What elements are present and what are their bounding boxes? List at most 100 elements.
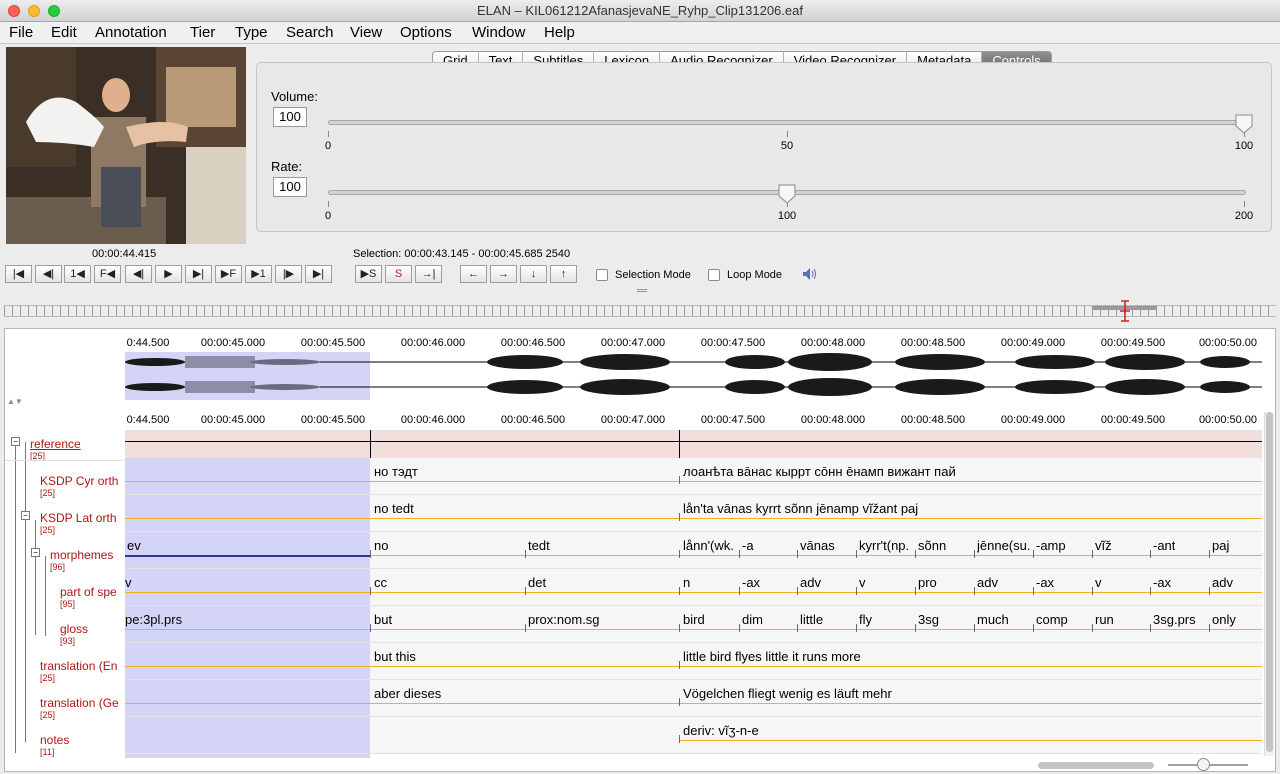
- volume-field[interactable]: 100: [273, 107, 307, 127]
- annotation[interactable]: adv: [977, 575, 998, 590]
- annotation[interactable]: лоанѣта вāнас кыррт сōнн ēнамп вижант па…: [683, 464, 1253, 479]
- menu-window[interactable]: Window: [472, 24, 525, 41]
- annotation[interactable]: little: [800, 612, 823, 627]
- splitter-handle[interactable]: [637, 289, 647, 292]
- lat-orth-collapse-toggle[interactable]: −: [21, 511, 30, 520]
- annotation[interactable]: pro: [918, 575, 937, 590]
- annotation[interactable]: v: [125, 575, 132, 590]
- time-overview-ruler[interactable]: [4, 305, 1276, 317]
- tier-lane-morphemes[interactable]: ev no tedt lånn'(wk. -a vānas kyrr't(np.…: [125, 532, 1262, 569]
- annotation[interactable]: aber dieses: [374, 686, 441, 701]
- zoom-window-button[interactable]: [48, 5, 60, 17]
- annotation[interactable]: -ax: [742, 575, 760, 590]
- zoom-slider-thumb[interactable]: [1197, 758, 1210, 771]
- annotation[interactable]: -ax: [1153, 575, 1171, 590]
- arrow-up-button[interactable]: ↑: [550, 265, 577, 283]
- tier-name-gloss[interactable]: gloss: [60, 622, 122, 636]
- annotation[interactable]: run: [1095, 612, 1114, 627]
- annotation[interactable]: no tedt: [374, 501, 674, 516]
- tier-name-notes[interactable]: notes: [40, 733, 69, 747]
- next-step-button[interactable]: ▶F: [215, 265, 242, 283]
- volume-slider-thumb[interactable]: [1235, 114, 1253, 134]
- annotation[interactable]: lån'ta vānas kyrrt sõnn jēnamp vĩžant pa…: [683, 501, 1253, 516]
- annotation[interactable]: prox:nom.sg: [528, 612, 600, 627]
- menu-search[interactable]: Search: [286, 24, 334, 41]
- annotation[interactable]: -amp: [1036, 538, 1066, 553]
- annotation[interactable]: comp: [1036, 612, 1068, 627]
- annotation[interactable]: cc: [374, 575, 387, 590]
- annotation[interactable]: -a: [742, 538, 754, 553]
- loop-mode-checkbox[interactable]: [708, 269, 720, 281]
- collapse-arrows-icon[interactable]: ▲▼: [7, 397, 23, 406]
- audio-waveform[interactable]: [125, 350, 1262, 400]
- annotation[interactable]: -ant: [1153, 538, 1175, 553]
- horizontal-scrollbar[interactable]: [1038, 762, 1154, 769]
- tier-lane-notes[interactable]: deriv: vĩʒ-n-e: [125, 717, 1262, 754]
- clear-selection-button[interactable]: S: [385, 265, 412, 283]
- arrow-left-button[interactable]: ←: [460, 265, 487, 283]
- annotation[interactable]: dim: [742, 612, 763, 627]
- menu-tier[interactable]: Tier: [190, 24, 215, 41]
- close-window-button[interactable]: [8, 5, 20, 17]
- go-to-end-button[interactable]: ▶|: [305, 265, 332, 283]
- tier-name-translation-ge[interactable]: translation (Ge: [40, 696, 122, 710]
- annotation[interactable]: 3sg: [918, 612, 939, 627]
- minimize-window-button[interactable]: [28, 5, 40, 17]
- annotation[interactable]: only: [1212, 612, 1236, 627]
- menu-help[interactable]: Help: [544, 24, 575, 41]
- annotation[interactable]: ev: [127, 538, 141, 553]
- tier-lane-translation-en[interactable]: but this little bird flyes little it run…: [125, 643, 1262, 680]
- annotation[interactable]: но тэдт: [374, 464, 674, 479]
- reference-collapse-toggle[interactable]: −: [11, 437, 20, 446]
- annotation[interactable]: but this: [374, 649, 416, 664]
- annotation[interactable]: paj: [1212, 538, 1229, 553]
- vertical-scrollbar[interactable]: [1264, 412, 1274, 756]
- next-scrollview-button[interactable]: |▶: [275, 265, 302, 283]
- annotation[interactable]: tedt: [528, 538, 550, 553]
- selection-mode-checkbox[interactable]: [596, 269, 608, 281]
- annotation[interactable]: v: [859, 575, 866, 590]
- go-to-begin-button[interactable]: |◀: [5, 265, 32, 283]
- tier-name-ksdp-cyr-orth[interactable]: KSDP Cyr orth: [40, 474, 122, 488]
- annotation[interactable]: vĩž: [1095, 538, 1112, 553]
- tier-lane-part-of-speech[interactable]: v cc det n -ax adv v pro adv -ax v -ax a…: [125, 569, 1262, 606]
- annotation[interactable]: fly: [859, 612, 872, 627]
- annotation[interactable]: det: [528, 575, 546, 590]
- menu-file[interactable]: File: [9, 24, 33, 41]
- annotation[interactable]: 3sg.prs: [1153, 612, 1196, 627]
- volume-slider[interactable]: [328, 120, 1246, 125]
- previous-scrollview-button[interactable]: ◀|: [35, 265, 62, 283]
- tier-name-ksdp-lat-orth[interactable]: KSDP Lat orth: [40, 511, 122, 525]
- morphemes-collapse-toggle[interactable]: −: [31, 548, 40, 557]
- annotation[interactable]: kyrr't(np.: [859, 538, 915, 553]
- menu-options[interactable]: Options: [400, 24, 452, 41]
- annotation[interactable]: lånn'(wk.: [683, 538, 739, 553]
- previous-pixel-button[interactable]: ◀|: [125, 265, 152, 283]
- annotation[interactable]: bird: [683, 612, 705, 627]
- annotation[interactable]: vānas: [800, 538, 835, 553]
- annotation[interactable]: adv: [800, 575, 821, 590]
- annotation[interactable]: sõnn: [918, 538, 946, 553]
- annotation[interactable]: -ax: [1036, 575, 1054, 590]
- tier-lane-translation-ge[interactable]: aber dieses Vögelchen fliegt wenig es lä…: [125, 680, 1262, 717]
- rate-slider-thumb[interactable]: [778, 184, 796, 204]
- tier-lane-gloss[interactable]: pe:3pl.prs but prox:nom.sg bird dim litt…: [125, 606, 1262, 643]
- annotation[interactable]: Vögelchen fliegt wenig es läuft mehr: [683, 686, 892, 701]
- annotation[interactable]: n: [683, 575, 690, 590]
- tier-name-part-of-speech[interactable]: part of spe: [60, 585, 122, 599]
- annotation[interactable]: little bird flyes little it runs more: [683, 649, 861, 664]
- annotation[interactable]: jēnne(su.: [977, 538, 1033, 553]
- previous-frame-button[interactable]: 1◀: [64, 265, 91, 283]
- arrow-down-button[interactable]: ↓: [520, 265, 547, 283]
- tier-name-morphemes[interactable]: morphemes: [50, 548, 122, 562]
- annotation[interactable]: much: [977, 612, 1009, 627]
- annotation[interactable]: deriv: vĩʒ-n-e: [683, 723, 759, 738]
- play-button[interactable]: ▶: [155, 265, 182, 283]
- menu-type[interactable]: Type: [235, 24, 268, 41]
- tier-lane-ksdp-lat-orth[interactable]: no tedt lån'ta vānas kyrrt sõnn jēnamp v…: [125, 495, 1262, 532]
- annotation[interactable]: adv: [1212, 575, 1233, 590]
- annotation[interactable]: pe:3pl.prs: [125, 612, 182, 627]
- tier-name-reference[interactable]: reference: [30, 437, 81, 451]
- menu-view[interactable]: View: [350, 24, 382, 41]
- play-selection-s-button[interactable]: ▶S: [355, 265, 382, 283]
